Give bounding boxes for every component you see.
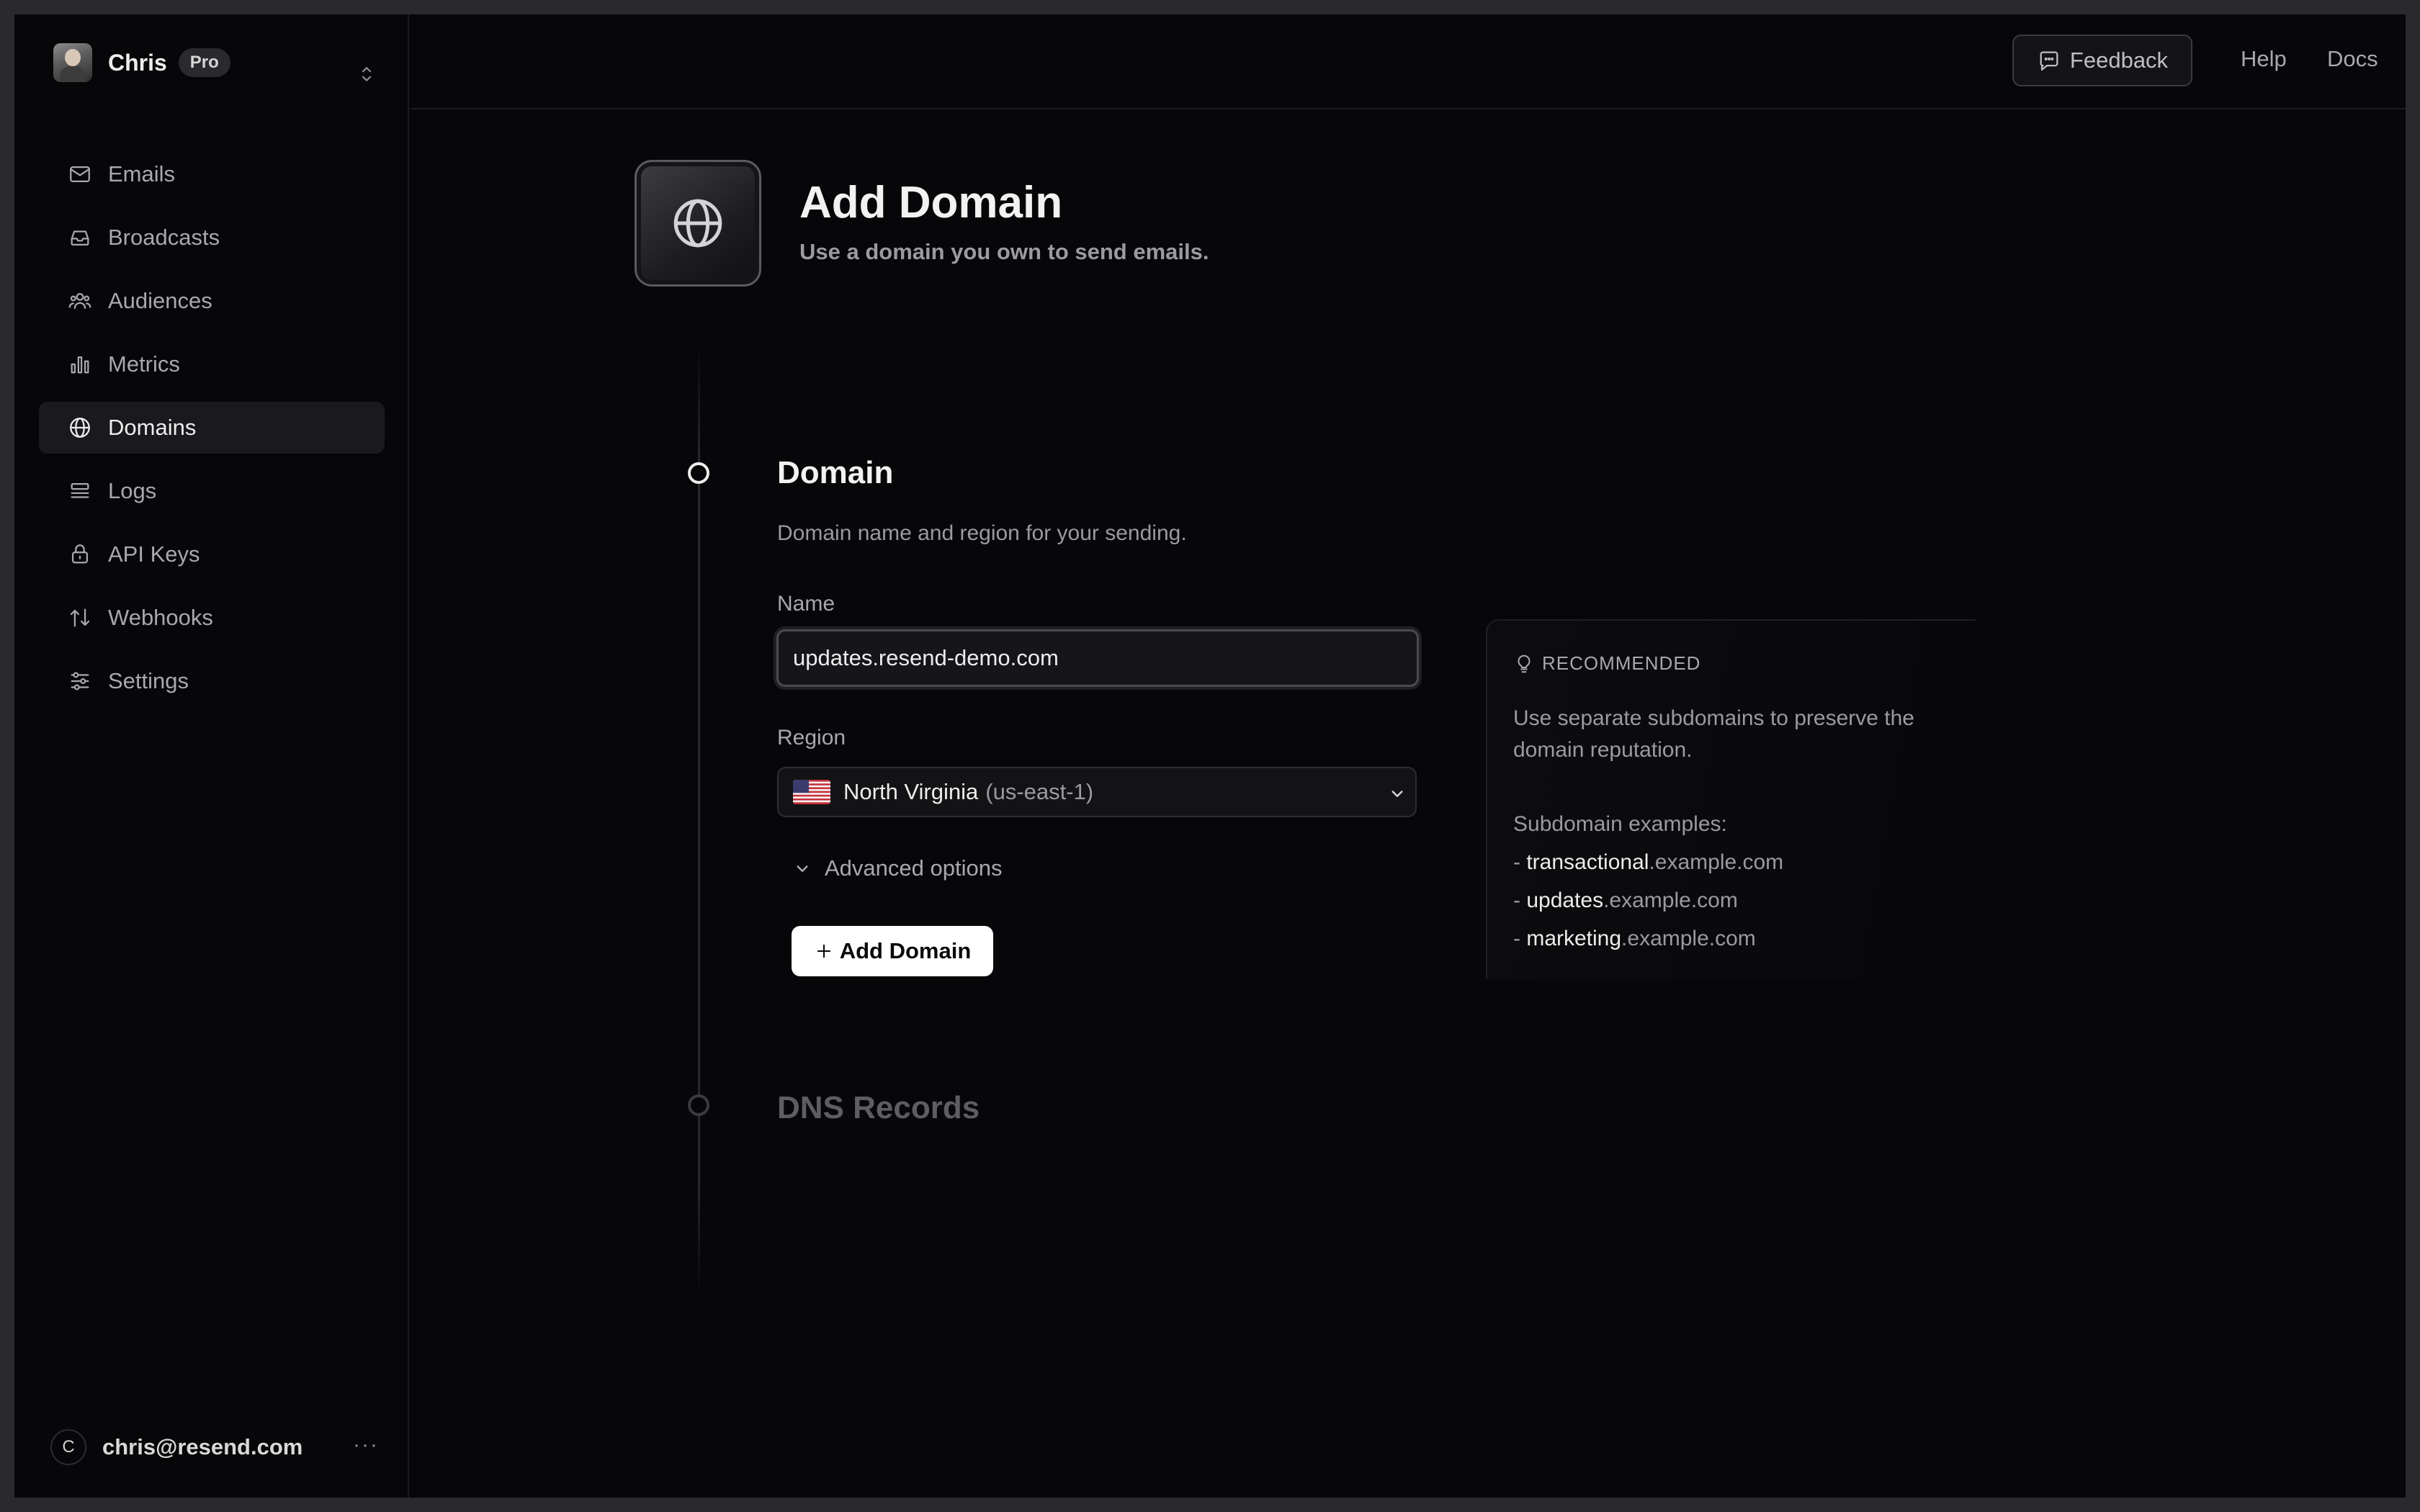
plan-badge: Pro xyxy=(178,48,230,77)
sidebar-item-emails[interactable]: Emails xyxy=(39,148,385,200)
chevron-down-icon xyxy=(1392,791,1403,797)
feedback-button[interactable]: Feedback xyxy=(2012,35,2192,86)
lock-icon xyxy=(71,544,89,564)
subdomain-examples: Subdomain examples: - transactional.exam… xyxy=(1513,805,1783,958)
arrows-icon xyxy=(70,608,90,627)
example-domain: .example.com xyxy=(1649,850,1784,874)
region-label: Region xyxy=(777,726,846,750)
example-subdomain: transactional xyxy=(1526,850,1649,874)
message-icon xyxy=(2040,51,2058,71)
chevron-up-down-icon[interactable] xyxy=(356,63,377,85)
sidebar-item-domains[interactable]: Domains xyxy=(39,402,385,454)
sliders-icon xyxy=(71,672,89,690)
sidebar-item-label: Metrics xyxy=(108,351,180,377)
team-name: Chris xyxy=(108,49,167,76)
sidebar-item-audiences[interactable]: Audiences xyxy=(39,275,385,327)
example-subdomain: updates xyxy=(1526,888,1604,912)
user-avatar: C xyxy=(50,1429,86,1465)
sidebar-item-label: Broadcasts xyxy=(108,225,220,250)
us-flag-icon xyxy=(793,780,830,804)
sidebar-item-label: Audiences xyxy=(108,288,212,313)
example-subdomain: marketing xyxy=(1526,927,1622,950)
region-name: North Virginia xyxy=(843,779,979,804)
example-domain: .example.com xyxy=(1603,888,1738,912)
example-item: - marketing.example.com xyxy=(1513,927,1756,950)
page-icon xyxy=(635,160,761,287)
example-domain: .example.com xyxy=(1621,927,1756,950)
sidebar-item-label: API Keys xyxy=(108,541,200,567)
example-item: - updates.example.com xyxy=(1513,888,1738,912)
domain-step-description: Domain name and region for your sending. xyxy=(777,521,1187,545)
name-label: Name xyxy=(777,592,835,616)
example-item: - transactional.example.com xyxy=(1513,850,1784,874)
lightbulb-icon xyxy=(1518,654,1531,672)
logs-icon xyxy=(71,482,89,498)
topbar: Feedback Help Docs xyxy=(411,14,2406,109)
recommended-heading: RECOMMENDED xyxy=(1513,652,1700,675)
plus-icon xyxy=(817,944,830,958)
globe-icon xyxy=(70,418,90,438)
user-email: chris@resend.com xyxy=(102,1434,303,1459)
sidebar-item-label: Webhooks xyxy=(108,605,213,630)
recommended-label: RECOMMENDED xyxy=(1542,652,1701,674)
feedback-label: Feedback xyxy=(2069,48,2169,73)
team-switcher[interactable]: Chris Pro xyxy=(53,43,230,82)
recommended-text: Use separate subdomains to preserve the … xyxy=(1513,706,1914,762)
sidebar-item-broadcasts[interactable]: Broadcasts xyxy=(39,212,385,264)
docs-link[interactable]: Docs xyxy=(2327,46,2378,72)
sidebar-item-label: Domains xyxy=(108,415,197,440)
sidebar-item-webhooks[interactable]: Webhooks xyxy=(39,592,385,644)
mail-icon xyxy=(70,166,90,183)
user-menu[interactable]: C chris@resend.com ··· xyxy=(50,1427,382,1467)
step-indicator-domain xyxy=(688,462,709,484)
globe-icon xyxy=(673,199,722,248)
advanced-options-label: Advanced options xyxy=(825,855,1003,881)
sidebar-nav: Emails Broadcasts Audiences Metrics Doma… xyxy=(39,148,385,719)
dns-step-title: DNS Records xyxy=(777,1090,980,1125)
sidebar-item-settings[interactable]: Settings xyxy=(39,655,385,707)
region-code: (us-east-1) xyxy=(985,779,1094,804)
domain-name-input[interactable] xyxy=(776,629,1419,687)
help-link[interactable]: Help xyxy=(2241,46,2287,72)
page-title: Add Domain xyxy=(799,178,1063,228)
add-domain-button[interactable]: Add Domain xyxy=(792,926,993,976)
sidebar-item-label: Logs xyxy=(108,478,157,503)
team-avatar xyxy=(53,43,92,82)
domain-step-title: Domain xyxy=(777,455,894,490)
sidebar-item-metrics[interactable]: Metrics xyxy=(39,338,385,390)
stepper-line xyxy=(698,346,700,1296)
examples-label: Subdomain examples: xyxy=(1513,812,1727,836)
region-select[interactable]: North Virginia (us-east-1) xyxy=(777,767,1417,817)
users-icon xyxy=(68,292,91,310)
inbox-icon xyxy=(71,230,89,246)
sidebar-item-label: Settings xyxy=(108,668,189,693)
advanced-options-toggle[interactable]: Advanced options xyxy=(792,855,1002,881)
recommended-card: RECOMMENDED Use separate subdomains to p… xyxy=(1486,619,1976,979)
more-icon[interactable]: ··· xyxy=(353,1433,379,1457)
sidebar-item-api-keys[interactable]: API Keys xyxy=(39,528,385,580)
sidebar-item-logs[interactable]: Logs xyxy=(39,465,385,517)
app-window: Chris Pro Emails Broadcasts Audiences Me… xyxy=(14,14,2406,1498)
sidebar: Chris Pro Emails Broadcasts Audiences Me… xyxy=(14,14,409,1498)
bar-chart-icon xyxy=(71,356,89,374)
sidebar-item-label: Emails xyxy=(108,161,176,186)
step-indicator-dns xyxy=(688,1094,709,1116)
chevron-down-icon xyxy=(797,865,808,872)
page-subtitle: Use a domain you own to send emails. xyxy=(799,239,1209,264)
add-domain-label: Add Domain xyxy=(839,938,972,963)
